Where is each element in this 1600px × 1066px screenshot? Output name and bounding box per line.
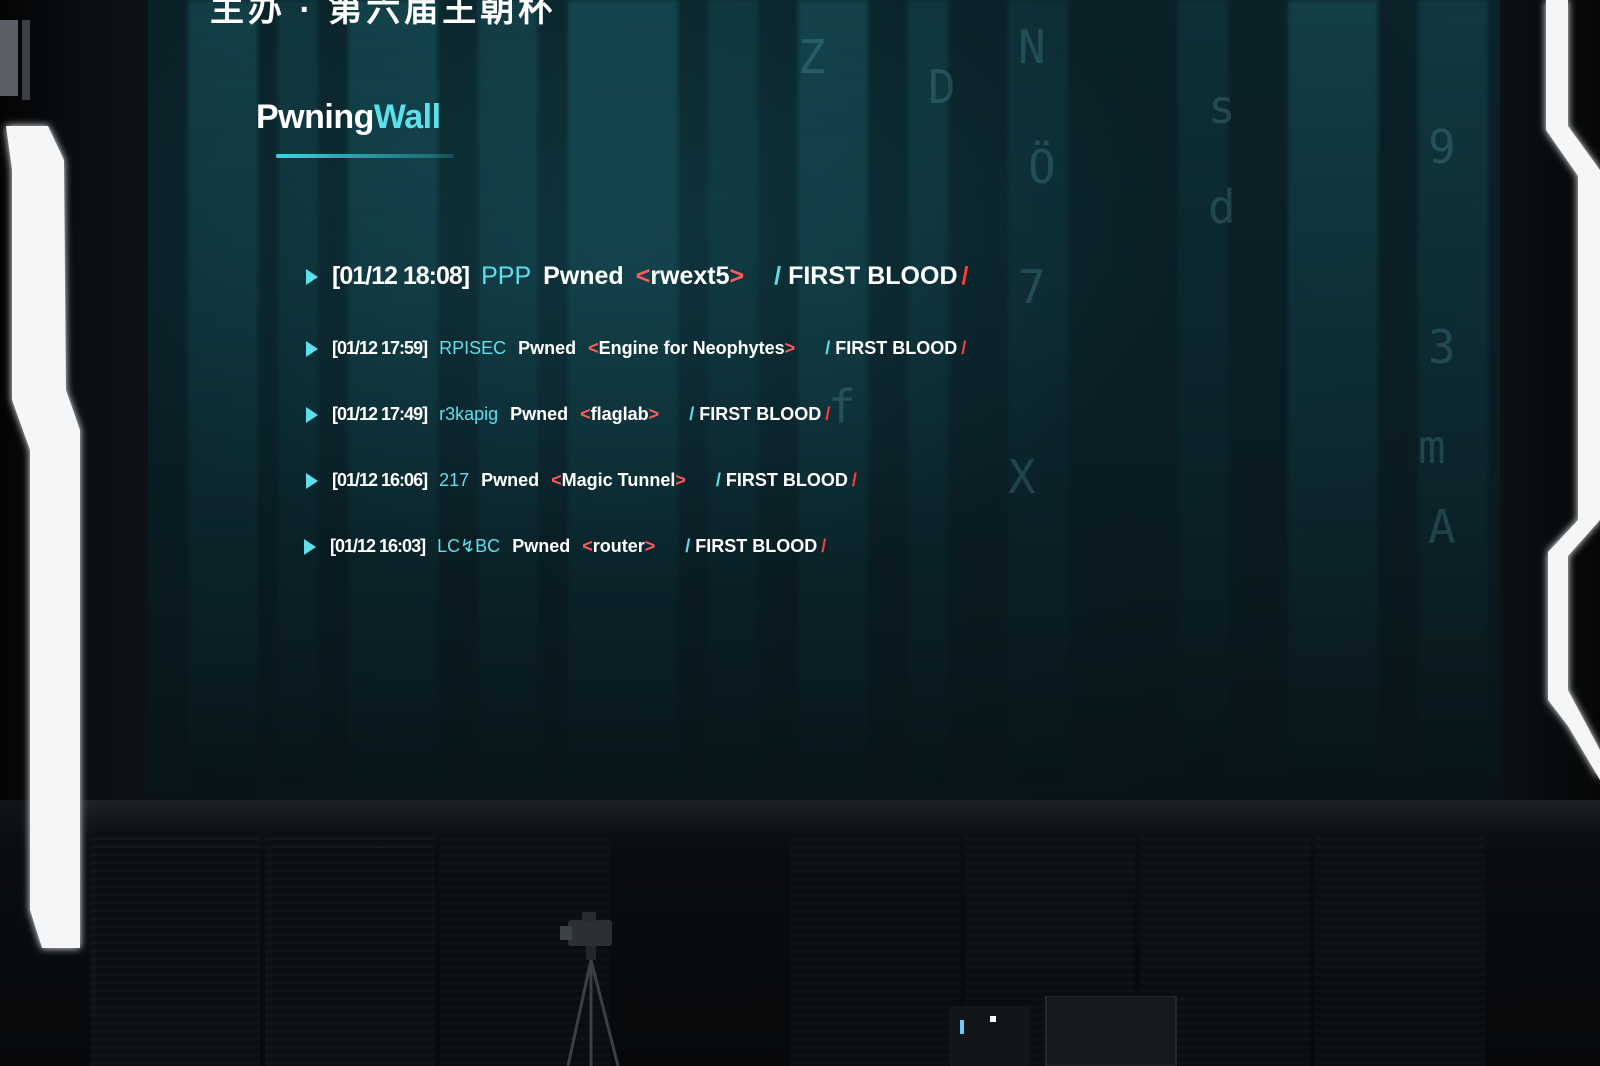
neon-frame — [0, 0, 1600, 948]
stage-photo: Z D N Ö 7 s d 9 3 m A X f 主办 · 第六届王朝杯 Pw… — [0, 0, 1600, 1066]
